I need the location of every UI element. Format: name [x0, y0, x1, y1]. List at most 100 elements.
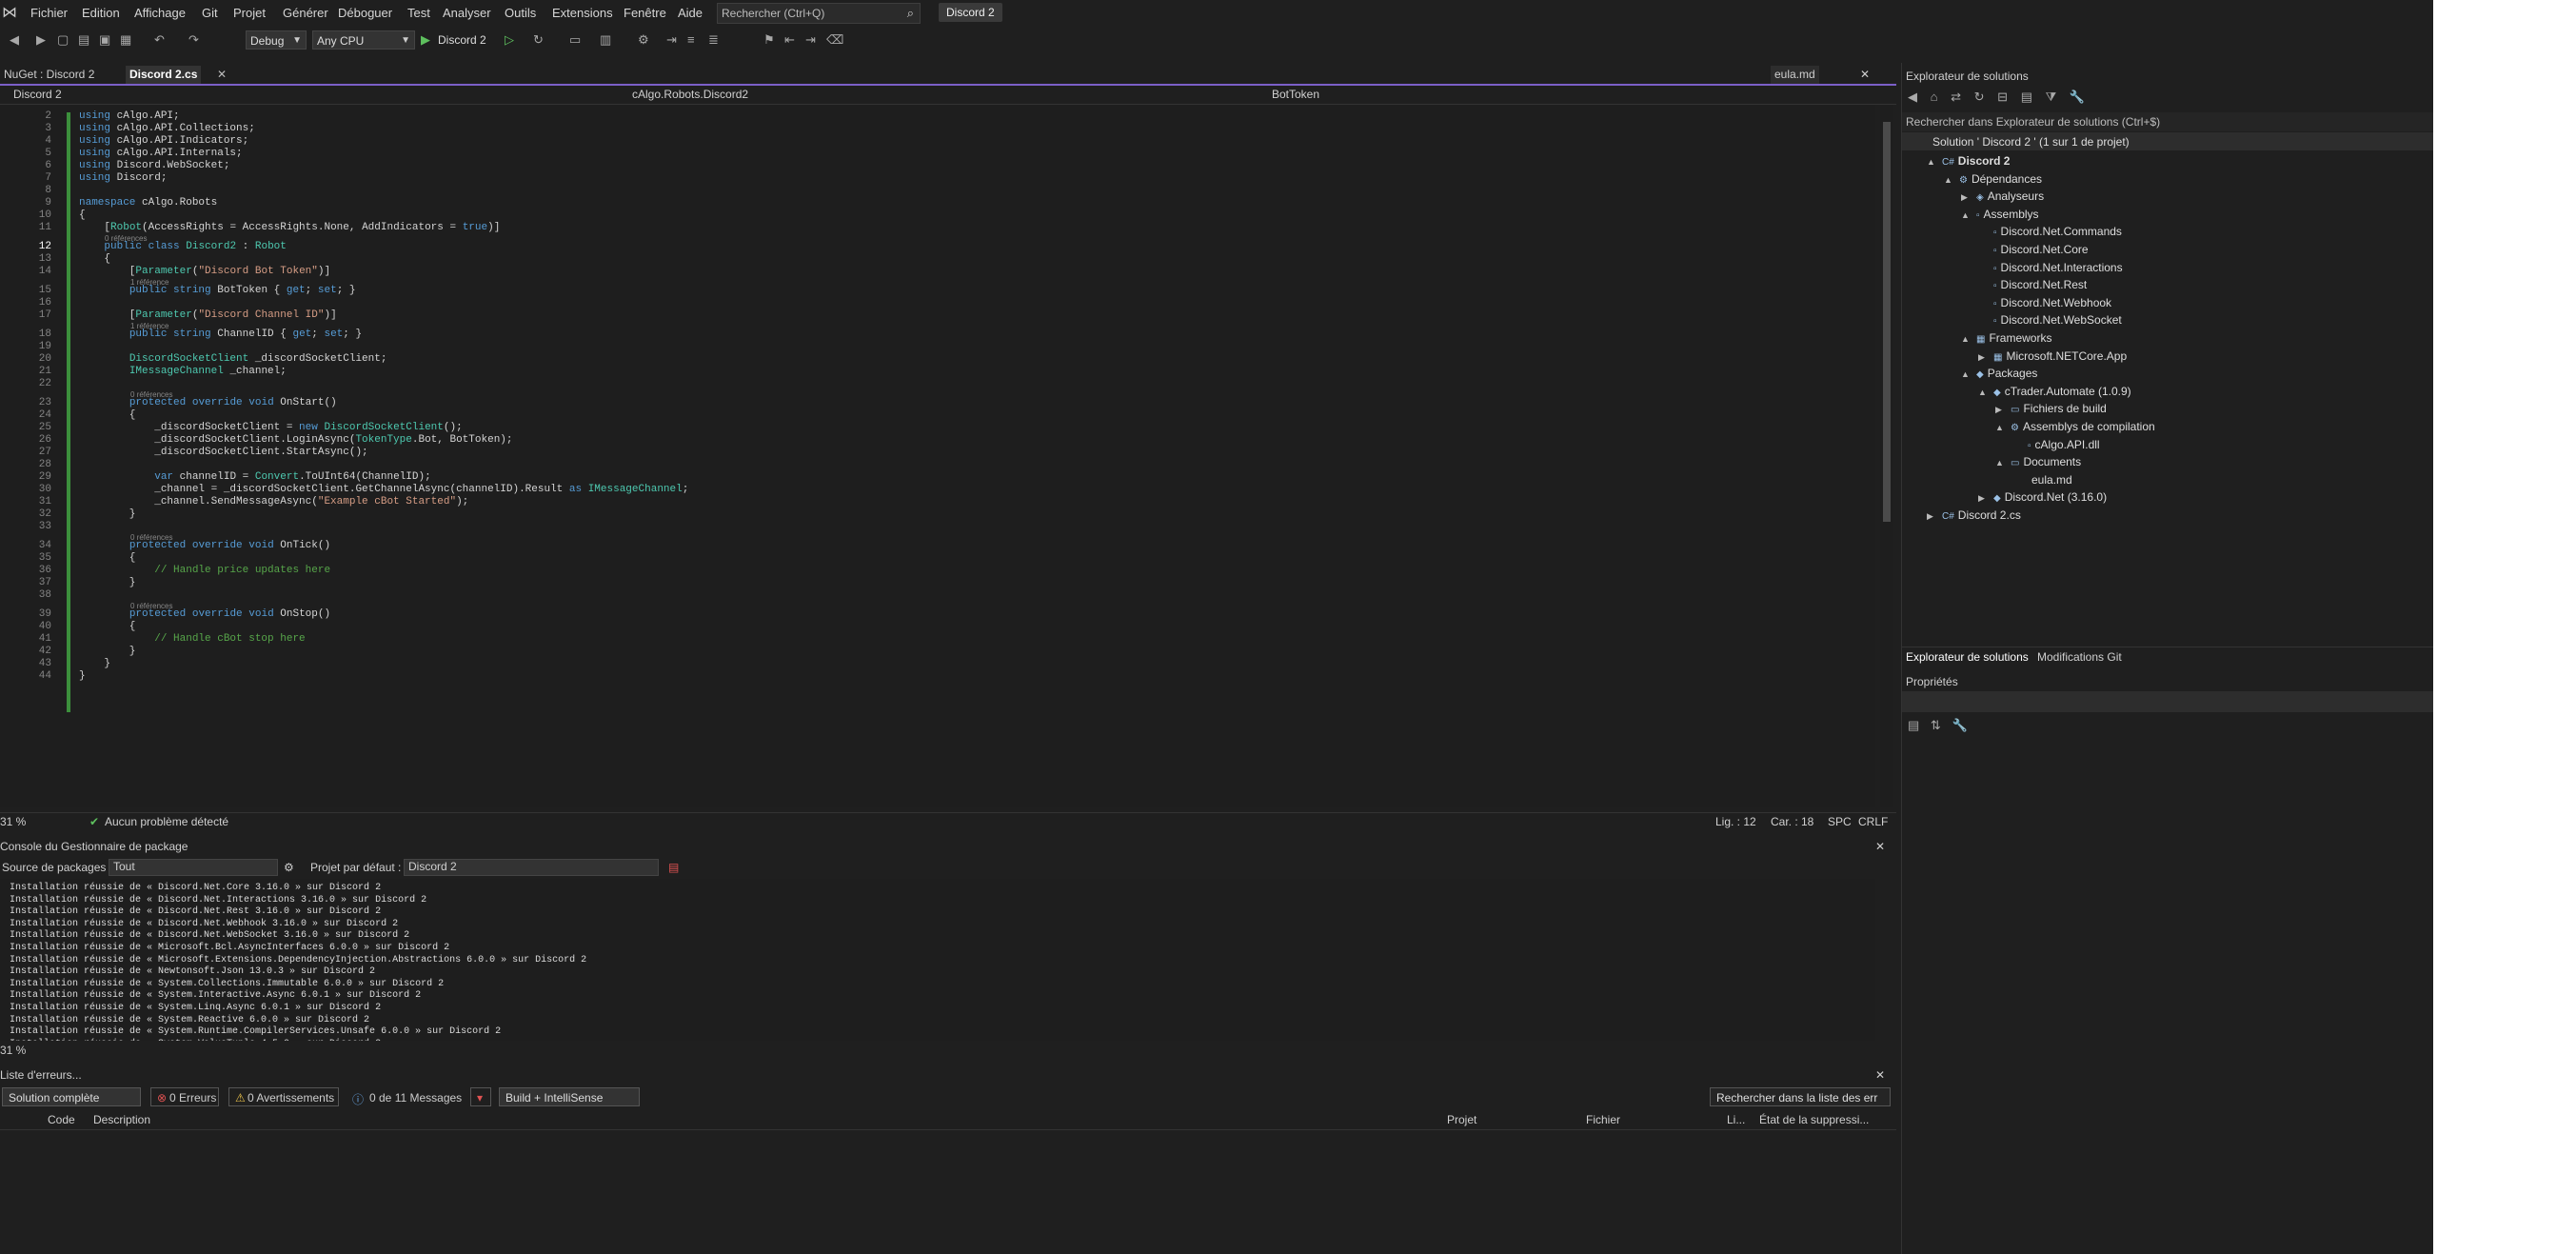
close-icon[interactable]: ✕: [1875, 840, 1885, 853]
tab-solution-explorer[interactable]: Explorateur de solutions: [1906, 650, 2029, 664]
run-target-label[interactable]: Discord 2: [438, 33, 486, 47]
redo-icon[interactable]: ↷: [188, 32, 199, 48]
project-dropdown[interactable]: Discord 2: [404, 859, 659, 876]
code-line[interactable]: protected override void OnStart(): [79, 397, 337, 408]
back-icon[interactable]: ◀: [10, 32, 19, 48]
expand-arrow-icon[interactable]: ▶: [1978, 352, 1993, 363]
code-line[interactable]: IMessageChannel _channel;: [79, 366, 287, 377]
save-icon[interactable]: ▣: [99, 32, 110, 48]
expand-arrow-icon[interactable]: ▲: [1961, 369, 1976, 379]
tree-item[interactable]: ▲ ⚙ Assemblys de compilation: [1995, 420, 2155, 433]
comment-icon[interactable]: ≡: [687, 32, 695, 47]
line-ending[interactable]: CRLF: [1858, 815, 1888, 828]
code-line[interactable]: protected override void OnStop(): [79, 608, 330, 620]
info-icon[interactable]: ⓘ: [352, 1091, 364, 1107]
menu-test[interactable]: Test: [407, 6, 430, 20]
tab-eula[interactable]: eula.md: [1771, 66, 1819, 84]
menu-edition[interactable]: Edition: [82, 6, 120, 20]
code-line[interactable]: public class Discord2 : Robot: [79, 241, 286, 252]
tree-item[interactable]: ▫ Discord.Net.Commands: [1978, 225, 2122, 238]
tree-item[interactable]: ▫ Discord.Net.Webhook: [1978, 296, 2111, 309]
menu-fenetre[interactable]: Fenêtre: [624, 6, 666, 20]
expand-arrow-icon[interactable]: ▲: [1961, 334, 1976, 344]
code-line[interactable]: _discordSocketClient = new DiscordSocket…: [79, 422, 463, 433]
error-search-input[interactable]: Rechercher dans la liste des err: [1710, 1087, 1891, 1106]
tree-item[interactable]: ▫ Discord.Net.Interactions: [1978, 261, 2123, 274]
solution-root-row[interactable]: Solution ' Discord 2 ' (1 sur 1 de proje…: [1902, 132, 2434, 150]
code-line[interactable]: [Parameter("Discord Channel ID")]: [79, 309, 337, 321]
tree-item[interactable]: ▫ Discord.Net.Core: [1978, 243, 2089, 256]
code-line[interactable]: }: [79, 646, 136, 657]
menu-affichage[interactable]: Affichage: [134, 6, 186, 20]
code-line[interactable]: {: [79, 409, 136, 421]
back-icon[interactable]: ◀: [1908, 90, 1917, 104]
solution-search-input[interactable]: Rechercher dans Explorateur de solutions…: [1902, 112, 2434, 131]
col-suppression[interactable]: État de la suppressi...: [1759, 1113, 1869, 1126]
source-dropdown[interactable]: Tout: [109, 859, 278, 876]
code-line[interactable]: // Handle price updates here: [79, 565, 330, 576]
tree-item[interactable]: ▶ ▦ Microsoft.NETCore.App: [1978, 349, 2127, 363]
scope-dropdown[interactable]: Solution complète: [2, 1087, 141, 1106]
expand-arrow-icon[interactable]: ▲: [1995, 423, 2011, 432]
editor-scrollbar[interactable]: [1880, 105, 1893, 807]
code-line[interactable]: public string BotToken { get; set; }: [79, 285, 356, 296]
build-dropdown[interactable]: Build + IntelliSense: [499, 1087, 640, 1106]
code-line[interactable]: using cAlgo.API;: [79, 110, 180, 122]
tree-item[interactable]: ▶ ◆ Discord.Net (3.16.0): [1978, 490, 2107, 504]
col-file[interactable]: Fichier: [1586, 1113, 1620, 1126]
code-line[interactable]: var channelID = Convert.ToUInt64(Channel…: [79, 471, 430, 483]
tree-item[interactable]: ▲ ◆ Packages: [1961, 367, 2037, 380]
tree-item[interactable]: eula.md: [2012, 473, 2072, 487]
clear-console-icon[interactable]: ▤: [668, 861, 679, 874]
code-line[interactable]: {: [79, 621, 136, 632]
filter-icon[interactable]: ▾: [470, 1087, 491, 1106]
code-line[interactable]: _discordSocketClient.StartAsync();: [79, 447, 367, 458]
browse-icon[interactable]: ▭: [569, 32, 581, 48]
visual-studio-logo-icon[interactable]: ⋈: [2, 3, 19, 21]
run-icon[interactable]: ▶: [421, 32, 430, 48]
tree-item[interactable]: ▫ Discord.Net.Rest: [1978, 278, 2087, 291]
expand-arrow-icon[interactable]: ▲: [1995, 458, 2011, 468]
filter-icon[interactable]: ⧩: [2046, 90, 2057, 104]
diagnostics-icon[interactable]: ⚙: [638, 32, 649, 48]
menu-analyser[interactable]: Analyser: [443, 6, 491, 20]
issues-status[interactable]: Aucun problème détecté: [105, 815, 228, 828]
code-line[interactable]: {: [79, 209, 86, 221]
code-line[interactable]: namespace cAlgo.Robots: [79, 197, 217, 209]
show-all-icon[interactable]: ▤: [2021, 90, 2032, 104]
clear-bookmarks-icon[interactable]: ⌫: [826, 32, 843, 48]
wrench-icon[interactable]: 🔧: [2070, 90, 2085, 104]
menu-projet[interactable]: Projet: [233, 6, 266, 20]
nav-type[interactable]: cAlgo.Robots.Discord2: [632, 88, 748, 101]
expand-arrow-icon[interactable]: ▶: [1961, 192, 1976, 203]
menu-outils[interactable]: Outils: [505, 6, 536, 20]
refresh-icon[interactable]: ↻: [1974, 90, 1985, 104]
uncomment-icon[interactable]: ≣: [708, 32, 719, 48]
tree-item[interactable]: ▶ ▭ Fichiers de build: [1995, 402, 2107, 415]
step-icon[interactable]: ⇥: [666, 32, 677, 48]
code-line[interactable]: protected override void OnTick(): [79, 540, 330, 551]
tree-item[interactable]: ▲ ⚙ Dépendances: [1944, 172, 2042, 186]
code-line[interactable]: }: [79, 577, 136, 588]
tab-git-changes[interactable]: Modifications Git: [2037, 650, 2122, 664]
next-bookmark-icon[interactable]: ⇥: [805, 32, 816, 48]
expand-arrow-icon[interactable]: ▲: [1927, 157, 1942, 167]
nav-project[interactable]: Discord 2: [13, 88, 62, 101]
code-line[interactable]: [Robot(AccessRights = AccessRights.None,…: [79, 222, 500, 233]
open-folder-icon[interactable]: ▤: [78, 32, 89, 48]
tree-item[interactable]: ▲ ▦ Frameworks: [1961, 331, 2051, 345]
tree-item[interactable]: ▲ C# Discord 2: [1927, 154, 2010, 168]
platform-dropdown[interactable]: Any CPU ▼: [312, 30, 415, 50]
tree-item[interactable]: ▶ C# Discord 2.cs: [1927, 508, 2021, 522]
tree-item[interactable]: ▲ ▫ Assemblys: [1961, 208, 2039, 221]
menu-git[interactable]: Git: [202, 6, 218, 20]
code-line[interactable]: _discordSocketClient.LoginAsync(TokenTyp…: [79, 434, 512, 446]
tree-item[interactable]: ▫ Discord.Net.WebSocket: [1978, 313, 2122, 327]
close-icon[interactable]: ✕: [1856, 66, 1873, 84]
code-line[interactable]: using cAlgo.API.Collections;: [79, 123, 255, 134]
config-dropdown[interactable]: Debug ▼: [246, 30, 307, 50]
expand-arrow-icon[interactable]: ▲: [1961, 210, 1976, 220]
gear-icon[interactable]: ⚙: [284, 861, 294, 874]
tree-item[interactable]: ▲ ▭ Documents: [1995, 455, 2081, 468]
hot-reload-icon[interactable]: ↻: [533, 32, 544, 48]
